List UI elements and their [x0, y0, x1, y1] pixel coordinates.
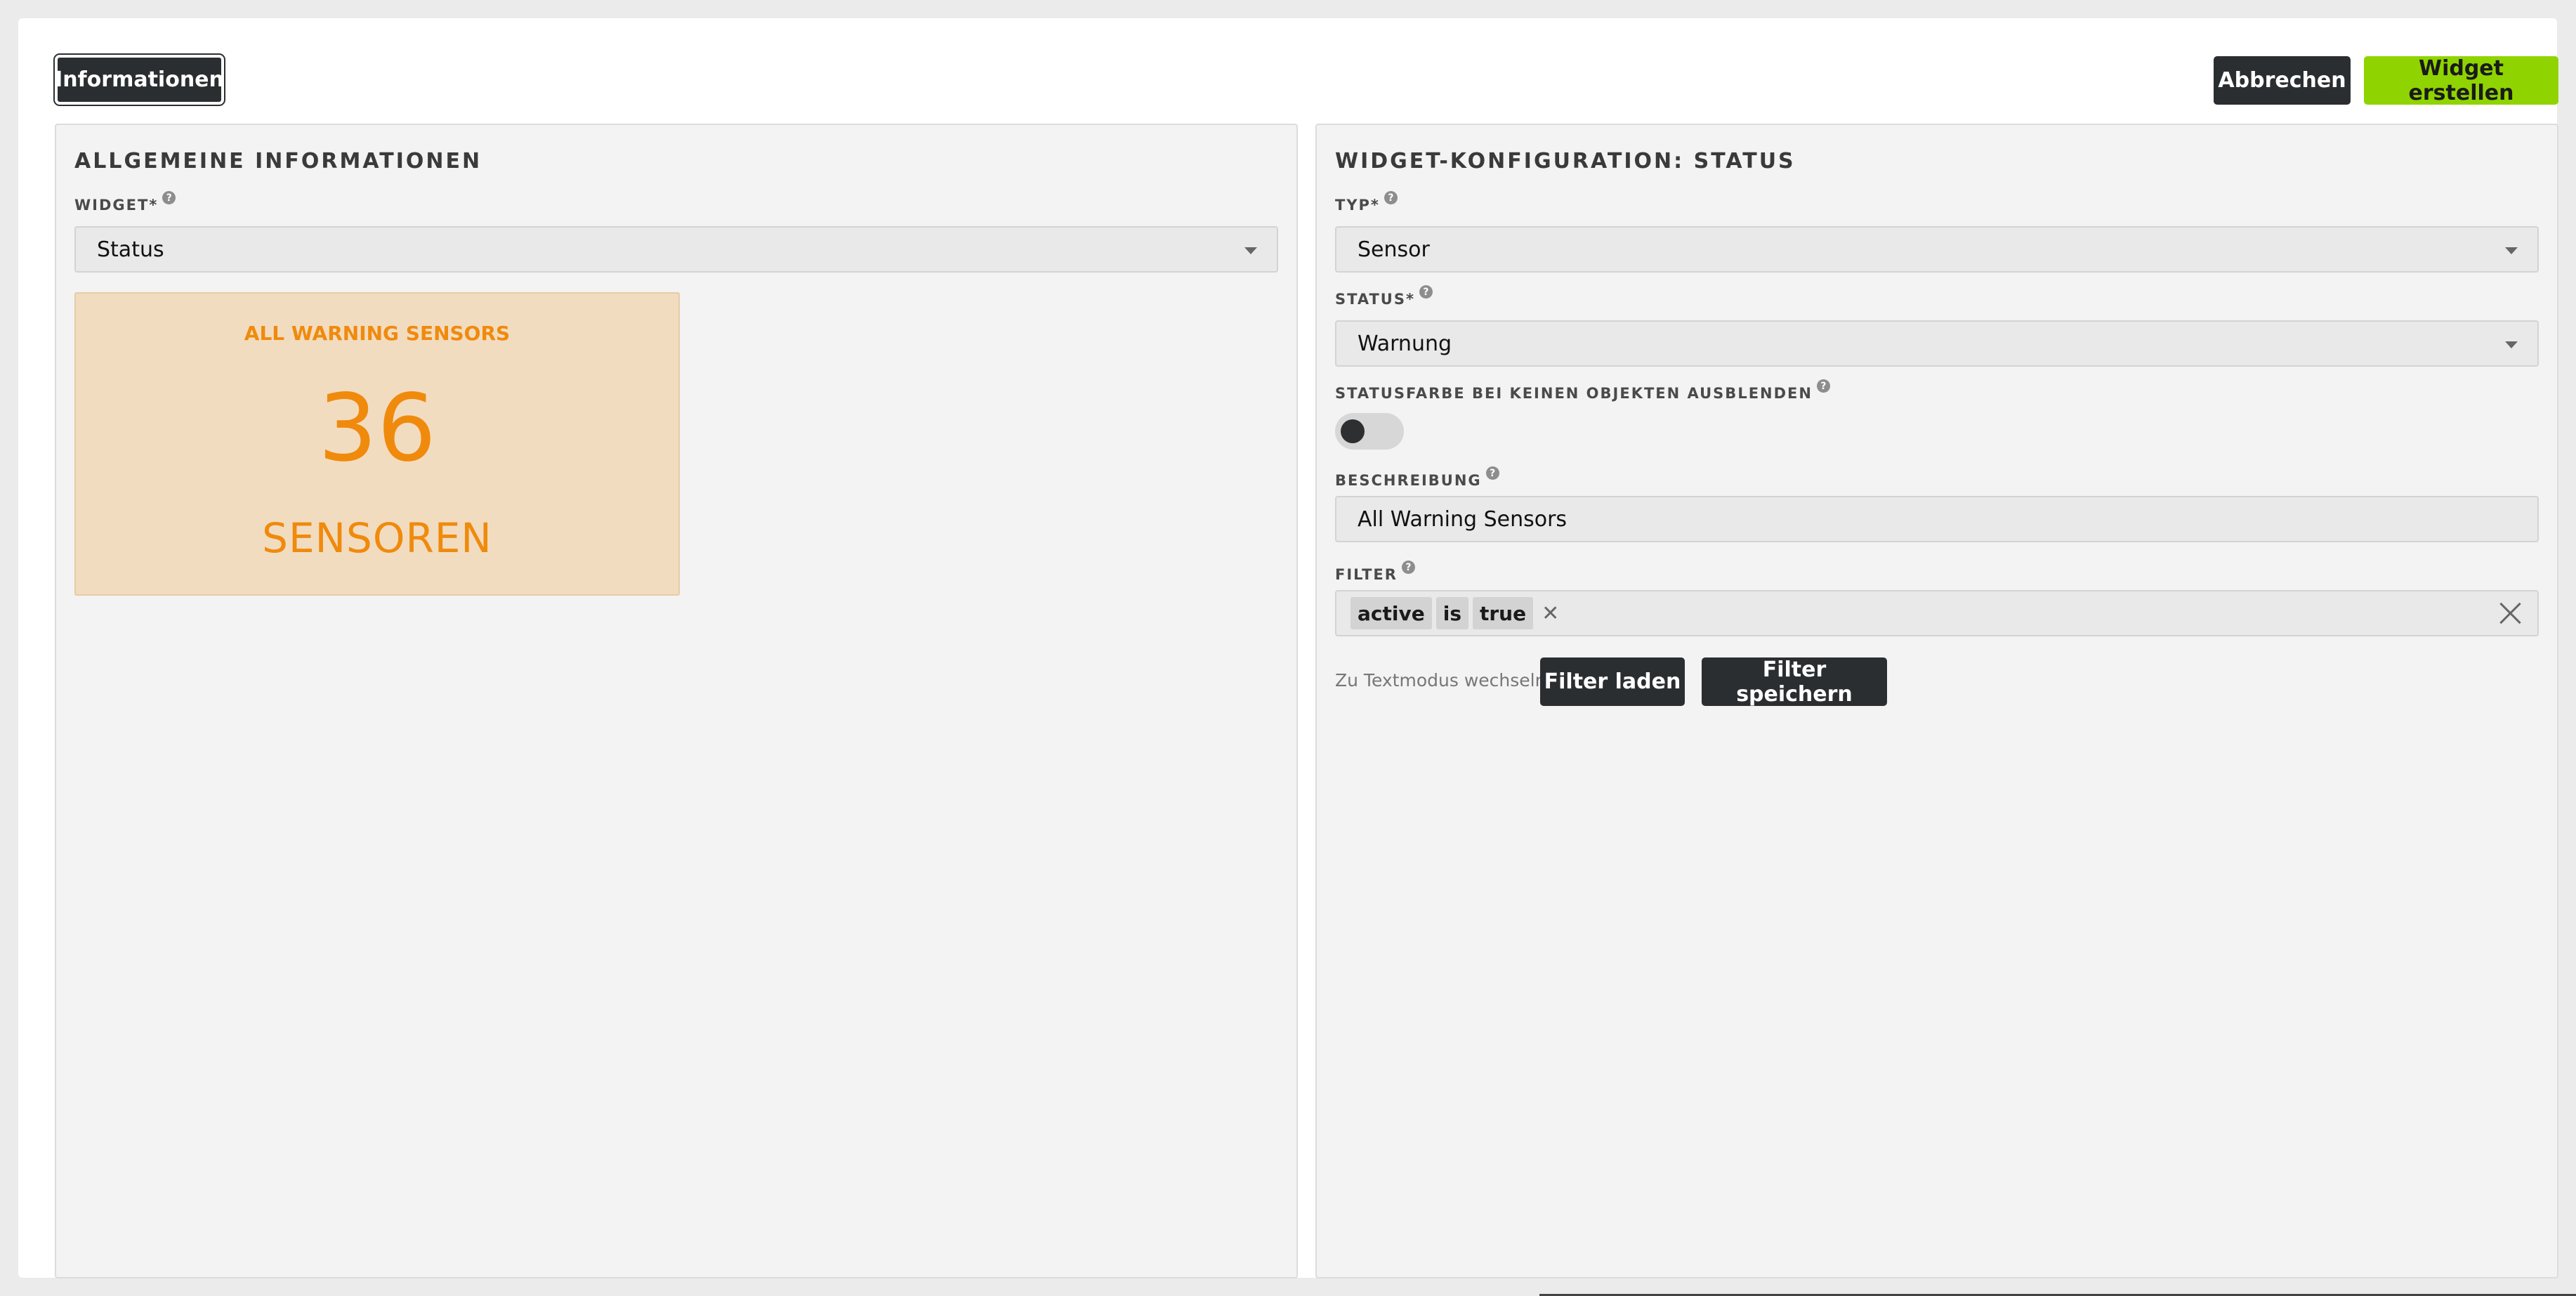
filter-chip-operator[interactable]: is — [1435, 597, 1468, 629]
preview-count: 36 — [318, 374, 436, 483]
hide-color-field-label: STATUSFARBE BEI KEINEN OBJEKTEN AUSBLEND… — [1335, 379, 1830, 402]
help-icon[interactable]: ? — [162, 191, 176, 204]
hide-color-label-text: STATUSFARBE BEI KEINEN OBJEKTEN AUSBLEND… — [1335, 385, 1813, 402]
widget-config-panel: WIDGET-KONFIGURATION: STATUS TYP* ? Sens… — [1315, 124, 2558, 1278]
description-input[interactable]: All Warning Sensors — [1335, 496, 2539, 542]
filter-chip-value[interactable]: true — [1472, 597, 1534, 629]
help-icon[interactable]: ? — [1816, 379, 1830, 393]
help-icon[interactable]: ? — [1401, 561, 1415, 574]
widget-field-label: WIDGET* ? — [74, 191, 176, 214]
clear-filter-icon[interactable] — [2498, 601, 2522, 624]
help-icon[interactable]: ? — [1485, 466, 1499, 480]
hide-color-toggle[interactable] — [1335, 413, 1404, 450]
status-field-label: STATUS* ? — [1335, 285, 1433, 308]
chevron-down-icon — [2505, 341, 2518, 348]
create-widget-button[interactable]: Widget erstellen — [2364, 56, 2558, 105]
filter-label-text: FILTER — [1335, 566, 1398, 583]
description-input-value: All Warning Sensors — [1358, 506, 1568, 532]
chevron-down-icon — [1244, 247, 1257, 254]
description-label-text: BESCHREIBUNG — [1335, 472, 1482, 489]
filter-field-label: FILTER ? — [1335, 561, 1415, 583]
textmode-link[interactable]: Zu Textmodus wechseln — [1335, 670, 1546, 690]
load-filter-button[interactable]: Filter laden — [1540, 657, 1685, 706]
save-filter-button[interactable]: Filter speichern — [1702, 657, 1887, 707]
status-select[interactable]: Warnung — [1335, 320, 2539, 367]
type-select[interactable]: Sensor — [1335, 226, 2539, 273]
status-select-value: Warnung — [1358, 331, 1452, 356]
filter-chip-field[interactable]: active — [1351, 597, 1432, 629]
status-widget-preview: ALL WARNING SENSORS 36 SENSOREN — [74, 292, 680, 596]
help-icon[interactable]: ? — [1419, 285, 1433, 299]
widget-select-value: Status — [97, 237, 164, 262]
cancel-button[interactable]: Abbrechen — [2214, 56, 2351, 105]
informationen-tab-button[interactable]: Informationen — [53, 53, 225, 106]
type-label-text: TYP* — [1335, 197, 1380, 214]
general-info-title: ALLGEMEINE INFORMATIONEN — [74, 149, 482, 174]
preview-title: ALL WARNING SENSORS — [244, 322, 511, 345]
chevron-down-icon — [2505, 247, 2518, 254]
widget-label-text: WIDGET* — [74, 197, 159, 214]
widget-select[interactable]: Status — [74, 226, 1278, 273]
widget-config-title: WIDGET-KONFIGURATION: STATUS — [1335, 149, 1796, 174]
remove-filter-icon[interactable]: ✕ — [1542, 601, 1559, 626]
help-icon[interactable]: ? — [1384, 191, 1398, 204]
widget-dialog: Informationen Abbrechen Widget erstellen… — [18, 18, 2558, 1278]
toggle-knob — [1341, 419, 1365, 443]
preview-unit: SENSOREN — [262, 514, 492, 562]
type-field-label: TYP* ? — [1335, 191, 1398, 214]
type-select-value: Sensor — [1358, 237, 1430, 262]
filter-input[interactable]: active is true ✕ — [1335, 590, 2539, 636]
status-label-text: STATUS* — [1335, 291, 1415, 308]
description-field-label: BESCHREIBUNG ? — [1335, 466, 1499, 489]
general-info-panel: ALLGEMEINE INFORMATIONEN WIDGET* ? Statu… — [55, 124, 1298, 1278]
